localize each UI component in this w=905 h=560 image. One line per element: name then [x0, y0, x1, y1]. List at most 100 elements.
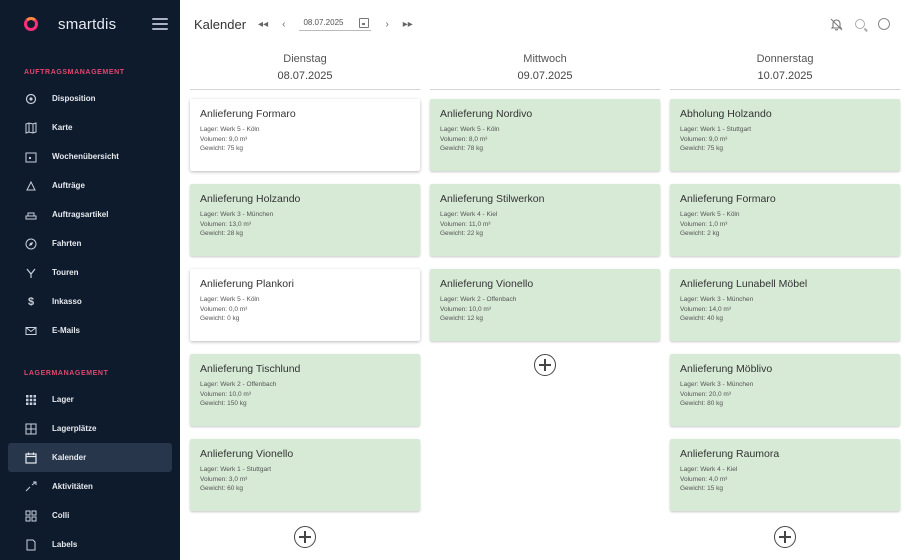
- card-title: Anlieferung Vionello: [200, 448, 294, 460]
- event-card[interactable]: Abholung Holzando Lager: Werk 1 - Stuttg…: [670, 99, 900, 171]
- card-list: Anlieferung Formaro Lager: Werk 5 - Köln…: [190, 99, 420, 548]
- card-volumen: Volumen: 13,0 m³: [200, 220, 251, 228]
- card-lager: Lager: Werk 3 - München: [200, 211, 274, 218]
- card-title: Anlieferung Plankori: [200, 278, 294, 290]
- card-list: Abholung Holzando Lager: Werk 1 - Stuttg…: [670, 99, 900, 548]
- sidebar-item-auftragsartikel[interactable]: Auftragsartikel: [0, 200, 180, 229]
- card-volumen: Volumen: 0,0 m³: [200, 305, 248, 313]
- add-event-button[interactable]: [294, 526, 316, 548]
- sidebar-item-inkasso[interactable]: $ Inkasso: [0, 287, 180, 316]
- compass-icon: [24, 237, 38, 251]
- card-title: Anlieferung Raumora: [680, 448, 780, 460]
- sidebar-item-label: Touren: [52, 268, 79, 277]
- day-name: Dienstag: [283, 53, 327, 65]
- box-icon: [24, 509, 38, 523]
- add-event-button[interactable]: [534, 354, 556, 376]
- event-card[interactable]: Anlieferung Möblivo Lager: Werk 3 - Münc…: [670, 354, 900, 426]
- card-volumen: Volumen: 4,0 m³: [680, 475, 728, 483]
- day-date: 09.07.2025: [517, 70, 573, 82]
- card-lager: Lager: Werk 2 - Offenbach: [440, 296, 517, 303]
- sidebar-item-colli[interactable]: Colli: [0, 501, 180, 530]
- calendar-icon[interactable]: [359, 17, 370, 28]
- sidebar-item-label: Wochenübersicht: [52, 152, 119, 161]
- activity-icon: [24, 480, 38, 494]
- sidebar-item-karte[interactable]: Karte: [0, 113, 180, 142]
- event-card[interactable]: Anlieferung Vionello Lager: Werk 2 - Off…: [430, 269, 660, 341]
- search-icon[interactable]: [853, 17, 867, 31]
- card-gewicht: Gewicht: 150 kg: [200, 400, 247, 407]
- card-gewicht: Gewicht: 22 kg: [440, 230, 483, 237]
- sidebar-item-label: Inkasso: [52, 297, 82, 306]
- last-page-button[interactable]: ▸▸: [403, 19, 413, 30]
- sidebar-item-label: Colli: [52, 511, 70, 520]
- day-column: Dienstag 08.07.2025 Anlieferung Formaro …: [190, 50, 420, 548]
- brand-name: smartdis: [58, 15, 117, 33]
- event-card[interactable]: Anlieferung Stilwerkon Lager: Werk 4 - K…: [430, 184, 660, 256]
- card-gewicht: Gewicht: 78 kg: [440, 145, 483, 152]
- event-card[interactable]: Anlieferung Holzando Lager: Werk 3 - Mün…: [190, 184, 420, 256]
- event-card[interactable]: Anlieferung Vionello Lager: Werk 1 - Stu…: [190, 439, 420, 511]
- card-gewicht: Gewicht: 12 kg: [440, 315, 483, 322]
- sidebar-item-labels[interactable]: Labels: [0, 530, 180, 559]
- notification-icon[interactable]: [829, 17, 843, 31]
- sidebar-item-fahrten[interactable]: Fahrten: [0, 229, 180, 258]
- sidebar-item-auftraege[interactable]: Aufträge: [0, 171, 180, 200]
- card-gewicht: Gewicht: 60 kg: [200, 485, 243, 492]
- card-volumen: Volumen: 20,0 m³: [680, 390, 731, 398]
- next-button[interactable]: ›: [385, 19, 388, 30]
- card-lager: Lager: Werk 2 - Offenbach: [200, 381, 277, 388]
- date-input[interactable]: [303, 18, 356, 27]
- card-gewicht: Gewicht: 80 kg: [680, 400, 723, 407]
- event-card[interactable]: Anlieferung Formaro Lager: Werk 5 - Köln…: [190, 99, 420, 171]
- card-lager: Lager: Werk 5 - Köln: [680, 211, 740, 218]
- event-card[interactable]: Anlieferung Formaro Lager: Werk 5 - Köln…: [670, 184, 900, 256]
- sidebar-item-touren[interactable]: Touren: [0, 258, 180, 287]
- event-card[interactable]: Anlieferung Plankori Lager: Werk 5 - Köl…: [190, 269, 420, 341]
- event-card[interactable]: Anlieferung Nordivo Lager: Werk 5 - Köln…: [430, 99, 660, 171]
- card-lager: Lager: Werk 3 - München: [680, 296, 754, 303]
- card-lager: Lager: Werk 5 - Köln: [200, 296, 260, 303]
- card-title: Anlieferung Vionello: [440, 278, 534, 290]
- card-title: Anlieferung Formaro: [200, 108, 296, 120]
- sidebar-item-kalender[interactable]: Kalender: [8, 443, 172, 472]
- card-gewicht: Gewicht: 15 kg: [680, 485, 723, 492]
- card-title: Anlieferung Formaro: [680, 193, 776, 205]
- sidebar-item-label: Lagerplätze: [52, 424, 97, 433]
- event-card[interactable]: Anlieferung Raumora Lager: Werk 4 - Kiel…: [670, 439, 900, 511]
- sidebar-item-disposition[interactable]: Disposition: [0, 84, 180, 113]
- calendar-week-icon: [24, 150, 38, 164]
- label-icon: [24, 538, 38, 552]
- sidebar-item-label: Disposition: [52, 94, 96, 103]
- sidebar-item-lagerplaetze[interactable]: Lagerplätze: [0, 414, 180, 443]
- sidebar-item-wochenuebersicht[interactable]: Wochenübersicht: [0, 142, 180, 171]
- card-lager: Lager: Werk 1 - Stuttgart: [200, 466, 272, 473]
- sidebar-item-emails[interactable]: E-Mails: [0, 316, 180, 345]
- card-volumen: Volumen: 14,0 m³: [680, 305, 731, 313]
- card-title: Anlieferung Tischlund: [200, 363, 301, 375]
- day-column: Donnerstag 10.07.2025 Abholung Holzando …: [670, 50, 900, 548]
- first-page-button[interactable]: ◂◂: [258, 19, 268, 30]
- event-card[interactable]: Anlieferung Lunabell Möbel Lager: Werk 3…: [670, 269, 900, 341]
- sidebar-item-label: Labels: [52, 540, 78, 549]
- card-volumen: Volumen: 11,0 m³: [440, 220, 491, 228]
- day-date: 10.07.2025: [757, 70, 813, 82]
- prev-button[interactable]: ‹: [282, 19, 285, 30]
- day-name: Mittwoch: [523, 53, 567, 65]
- event-card[interactable]: Anlieferung Tischlund Lager: Werk 2 - Of…: [190, 354, 420, 426]
- user-icon[interactable]: [877, 17, 891, 31]
- gear-icon: [24, 92, 38, 106]
- card-volumen: Volumen: 8,0 m³: [440, 135, 488, 143]
- sidebar-item-aktivitaeten[interactable]: Aktivitäten: [0, 472, 180, 501]
- menu-icon[interactable]: [152, 18, 168, 30]
- calendar-icon: [24, 451, 38, 465]
- dollar-icon: $: [27, 295, 35, 308]
- card-volumen: Volumen: 9,0 m³: [680, 135, 728, 143]
- card-gewicht: Gewicht: 75 kg: [680, 145, 723, 152]
- sidebar-item-lager[interactable]: Lager: [0, 385, 180, 414]
- sidebar: smartdis AUFTRAGSMANAGEMENT Disposition …: [0, 0, 180, 560]
- date-picker[interactable]: [299, 17, 372, 31]
- mail-icon: [24, 324, 38, 338]
- sidebar-item-label: Kalender: [52, 453, 87, 462]
- logo-icon: [24, 17, 38, 31]
- add-event-button[interactable]: [774, 526, 796, 548]
